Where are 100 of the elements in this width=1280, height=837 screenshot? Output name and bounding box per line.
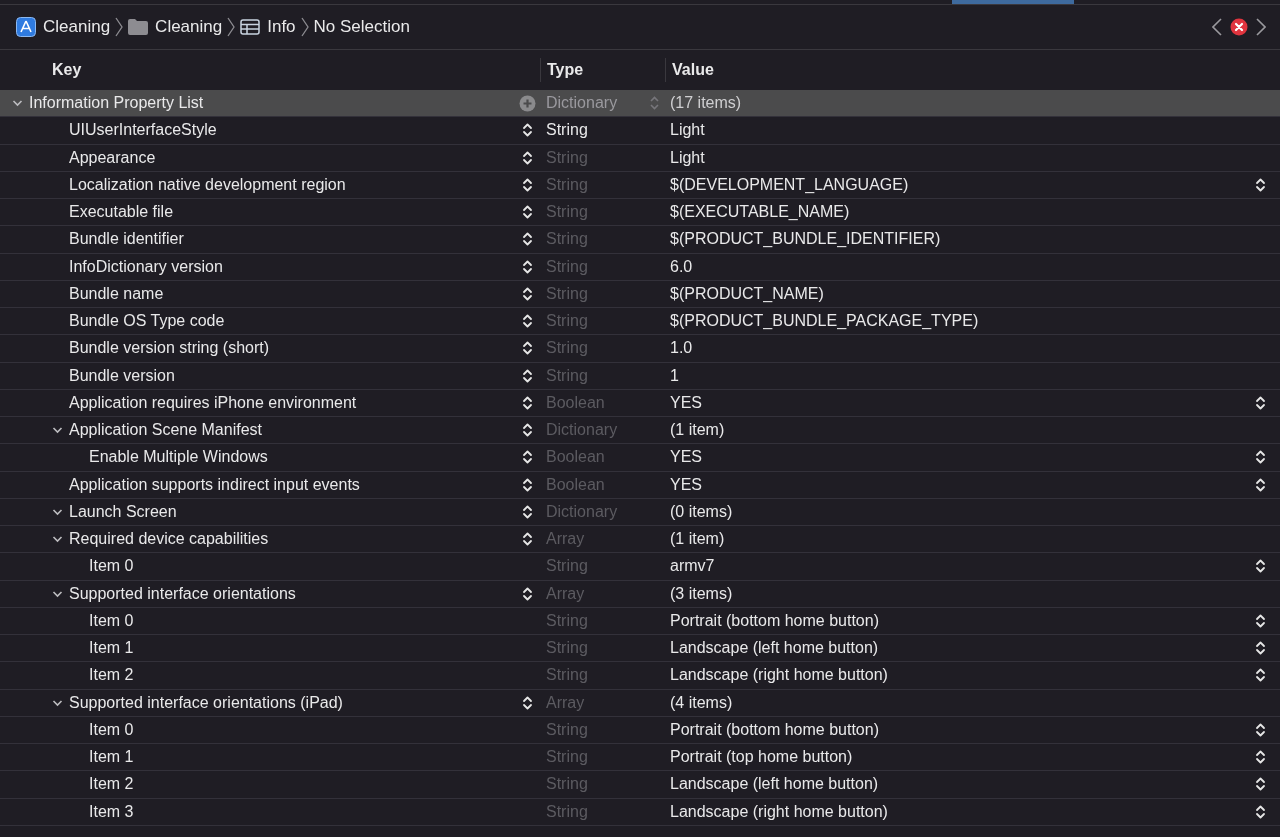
value-text: $(DEVELOPMENT_LANGUAGE) <box>670 175 909 193</box>
value-text: Landscape (right home button) <box>670 666 888 684</box>
stepper-icon[interactable] <box>521 503 533 520</box>
stepper-icon[interactable] <box>521 176 533 193</box>
type-text: String <box>546 611 588 630</box>
type-text: Boolean <box>546 475 605 494</box>
stepper-icon[interactable] <box>1254 749 1266 766</box>
value-text: $(EXECUTABLE_NAME) <box>670 203 850 221</box>
error-icon[interactable] <box>1230 18 1248 36</box>
column-header[interactable]: Type <box>547 61 584 79</box>
stepper-icon[interactable] <box>521 694 533 711</box>
disclosure-chevron-icon[interactable] <box>52 589 63 598</box>
value-text: (4 items) <box>670 693 733 711</box>
type-text: String <box>546 666 588 685</box>
key-text: Item 1 <box>89 639 134 658</box>
stepper-icon[interactable] <box>521 476 533 493</box>
disclosure-chevron-icon[interactable] <box>52 535 63 544</box>
stepper-icon[interactable] <box>521 394 533 411</box>
stepper-icon[interactable] <box>521 313 533 330</box>
key-text: Application requires iPhone environment <box>69 393 357 412</box>
value-text: $(PRODUCT_BUNDLE_IDENTIFIER) <box>670 230 941 248</box>
stepper-icon[interactable] <box>1254 776 1266 793</box>
stepper-icon[interactable] <box>1254 721 1266 738</box>
folder-icon <box>128 19 149 35</box>
stepper-icon[interactable] <box>1254 558 1266 575</box>
breadcrumb-item[interactable]: Cleaning <box>16 17 111 37</box>
back-icon[interactable] <box>1212 18 1222 36</box>
stepper-icon[interactable] <box>521 585 533 602</box>
stepper-icon[interactable] <box>521 340 533 357</box>
breadcrumb-item[interactable]: Cleaning <box>128 17 223 37</box>
type-text: String <box>546 121 588 140</box>
column-header[interactable]: Value <box>672 61 714 79</box>
app-icon <box>16 17 36 37</box>
type-text: String <box>546 775 588 794</box>
stepper-icon[interactable] <box>521 531 533 548</box>
key-text: Bundle OS Type code <box>69 312 225 331</box>
value-text: YES <box>670 393 702 411</box>
stepper-icon[interactable] <box>521 122 533 139</box>
type-text: String <box>546 720 588 739</box>
key-text: Localization native development region <box>69 175 346 194</box>
stepper-icon[interactable] <box>1254 640 1266 657</box>
type-text: String <box>546 203 588 222</box>
key-text: Item 1 <box>89 748 134 767</box>
value-text: (1 item) <box>670 421 725 439</box>
key-text: Executable file <box>69 203 174 222</box>
key-text: Item 0 <box>89 611 134 630</box>
stepper-icon[interactable] <box>1254 803 1266 820</box>
type-text: Dictionary <box>546 94 618 113</box>
stepper-icon[interactable] <box>521 204 533 221</box>
value-text: YES <box>670 448 702 466</box>
key-text: Bundle version <box>69 366 175 385</box>
stepper-icon[interactable] <box>521 285 533 302</box>
forward-icon[interactable] <box>1256 18 1266 36</box>
stepper-icon[interactable] <box>1254 476 1266 493</box>
type-text: String <box>546 339 588 358</box>
key-text: Bundle name <box>69 284 164 303</box>
value-text: 6.0 <box>670 257 693 275</box>
type-text: Dictionary <box>546 502 618 521</box>
type-text: Array <box>546 584 585 603</box>
stepper-icon[interactable] <box>521 422 533 439</box>
key-text: Application supports indirect input events <box>69 475 360 494</box>
breadcrumb-item[interactable]: Info <box>240 17 296 37</box>
type-text: String <box>546 230 588 249</box>
disclosure-chevron-icon[interactable] <box>12 99 23 108</box>
stepper-icon[interactable] <box>521 231 533 248</box>
value-text: (17 items) <box>670 94 742 112</box>
stepper-icon[interactable] <box>521 258 533 275</box>
key-text: InfoDictionary version <box>69 257 223 276</box>
value-text: (1 item) <box>670 530 725 548</box>
chevron-separator-icon <box>115 17 124 37</box>
stepper-icon[interactable] <box>1254 176 1266 193</box>
disclosure-chevron-icon[interactable] <box>52 426 63 435</box>
chevron-separator-icon <box>227 17 236 37</box>
add-icon[interactable] <box>518 94 536 112</box>
key-text: Item 2 <box>89 666 134 685</box>
stepper-icon[interactable] <box>1254 667 1266 684</box>
stepper-icon[interactable] <box>1254 612 1266 629</box>
value-text: Landscape (right home button) <box>670 802 888 820</box>
disclosure-chevron-icon[interactable] <box>52 698 63 707</box>
stepper-icon[interactable] <box>1254 449 1266 466</box>
value-text: Landscape (left home button) <box>670 639 879 657</box>
key-text: Enable Multiple Windows <box>89 448 268 467</box>
stepper-icon[interactable] <box>521 367 533 384</box>
stepper-icon[interactable] <box>521 449 533 466</box>
value-text: 1 <box>670 366 679 384</box>
stepper-icon[interactable] <box>521 149 533 166</box>
key-text: Bundle version string (short) <box>69 339 270 358</box>
key-text: Supported interface orientations <box>69 584 296 603</box>
value-text: YES <box>670 475 702 493</box>
key-text: Launch Screen <box>69 502 177 521</box>
stepper-icon[interactable] <box>1254 394 1266 411</box>
key-text: Information Property List <box>29 94 204 113</box>
type-text: Dictionary <box>546 421 618 440</box>
disclosure-chevron-icon[interactable] <box>52 507 63 516</box>
key-text: Required device capabilities <box>69 530 269 549</box>
breadcrumb-item[interactable]: No Selection <box>313 17 410 37</box>
type-text: Boolean <box>546 448 605 467</box>
value-text: Portrait (top home button) <box>670 748 853 766</box>
type-text: String <box>546 802 588 821</box>
column-header[interactable]: Key <box>52 61 82 79</box>
